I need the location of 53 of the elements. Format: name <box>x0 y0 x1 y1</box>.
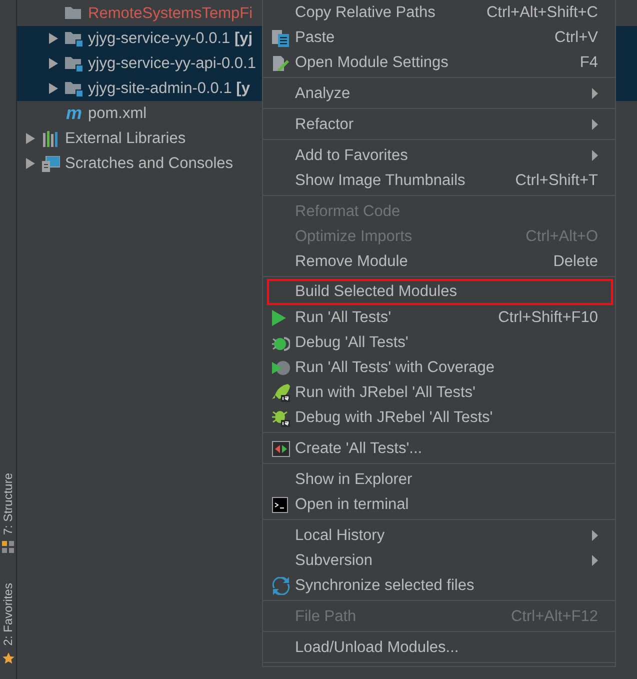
menu-item[interactable]: Synchronize selected files <box>266 573 612 598</box>
menu-item[interactable]: Open in terminal <box>266 492 612 517</box>
module-folder-icon <box>65 56 83 72</box>
maven-icon: m <box>65 103 83 124</box>
folder-icon <box>65 6 83 22</box>
menu-item[interactable]: Open Module Settings F4 <box>266 50 612 75</box>
collapsed-arrow-icon[interactable] <box>49 58 58 69</box>
menu-item[interactable]: Copy Relative Paths Ctrl+Alt+Shift+C <box>266 0 612 25</box>
collapsed-arrow-icon[interactable] <box>49 83 58 94</box>
terminal-icon <box>272 496 288 512</box>
menu-item[interactable]: Show in Explorer <box>266 467 612 492</box>
collapsed-arrow-icon[interactable] <box>49 33 58 44</box>
menu-item[interactable]: Add to Favorites <box>266 143 612 168</box>
menu-item[interactable]: Debug 'All Tests' <box>266 330 612 355</box>
collapsed-arrow-icon[interactable] <box>26 133 35 144</box>
document-pencil-icon <box>272 54 289 72</box>
create-test-icon <box>272 440 290 456</box>
menu-item[interactable]: Run 'All Tests' with Coverage <box>266 355 612 380</box>
libraries-icon <box>42 130 60 146</box>
module-folder-icon <box>65 30 83 46</box>
menu-item[interactable]: Remove Module Delete <box>266 249 612 274</box>
structure-icon <box>2 541 14 554</box>
coverage-icon <box>272 360 290 376</box>
run-icon <box>272 310 286 326</box>
tool-window-tab[interactable]: 7: Structure <box>1 473 15 536</box>
bug-icon <box>272 408 290 426</box>
menu-item[interactable]: Subversion <box>266 548 612 573</box>
collapsed-arrow-icon[interactable] <box>26 158 35 169</box>
tree-item-label[interactable]: yjyg-service-yy-0.0.1 [yj <box>88 30 253 48</box>
scratches-icon <box>42 156 60 172</box>
menu-item[interactable]: Analyze <box>266 81 612 106</box>
menu-item[interactable]: Local History <box>266 523 612 548</box>
bug-icon <box>272 334 290 350</box>
menu-item[interactable]: Refactor <box>266 112 612 137</box>
star-icon <box>2 652 14 665</box>
menu-item[interactable]: Debug with JRebel 'All Tests' <box>266 405 612 430</box>
tree-item-label[interactable]: pom.xml <box>88 104 147 122</box>
tree-item-label[interactable]: External Libraries <box>65 130 186 148</box>
menu-item[interactable]: Run with JRebel 'All Tests' <box>266 380 612 405</box>
tree-item-label[interactable]: yjyg-site-admin-0.0.1 [y <box>88 80 250 98</box>
menu-item[interactable]: Show Image Thumbnails Ctrl+Shift+T <box>266 168 612 193</box>
menu-item[interactable]: Load/Unload Modules... <box>266 635 612 660</box>
tree-item-label[interactable]: yjyg-service-yy-api-0.0.1 <box>88 54 256 72</box>
menu-item[interactable]: Paste Ctrl+V <box>266 25 612 50</box>
menu-item[interactable]: Run 'All Tests' Ctrl+Shift+F10 <box>266 305 612 330</box>
sync-icon <box>272 576 290 594</box>
tool-window-tab[interactable]: 2: Favorites <box>1 583 15 646</box>
module-folder-icon <box>65 80 83 96</box>
tree-item-label[interactable]: Scratches and Consoles <box>65 154 234 172</box>
rocket-icon <box>272 384 290 402</box>
paste-icon <box>272 28 289 46</box>
menu-item[interactable]: Build Selected Modules <box>268 280 612 304</box>
menu-item[interactable]: Create 'All Tests'... <box>266 436 612 461</box>
